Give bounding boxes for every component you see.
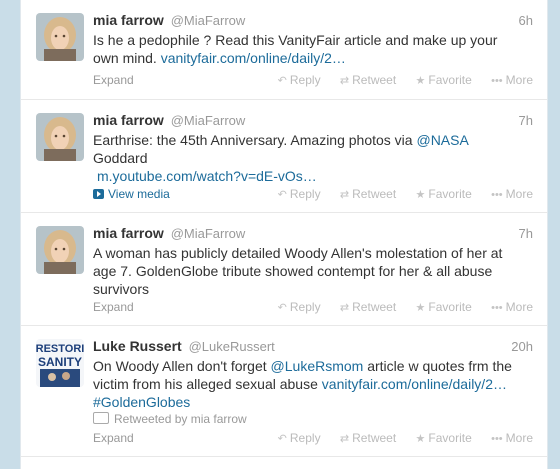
avatar-text: RESTORI: [36, 343, 84, 355]
tweet-text-line: On Woody Allen don't forget: [93, 358, 267, 374]
tweet-link[interactable]: vanityfair.com/online/daily/2…: [322, 376, 507, 392]
tweet-header: mia farrow @MiaFarrow 6h: [93, 12, 533, 32]
tweet-text-line: victim from his alleged sexual abuse: [93, 376, 318, 392]
tweet-text: Is he a pedophile ? Read this VanityFair…: [93, 31, 533, 67]
avatar[interactable]: [36, 226, 84, 274]
play-icon: [93, 189, 104, 199]
expand-link[interactable]: Expand: [93, 431, 134, 445]
tweet-text: A woman has publicly detailed Woody Alle…: [93, 244, 533, 298]
more-icon: •••: [491, 75, 503, 87]
retweet-button[interactable]: ⇄ Retweet: [340, 187, 396, 201]
tweet-header: mia farrow @MiaFarrow 7h: [93, 225, 533, 245]
fullname[interactable]: mia farrow: [93, 112, 164, 128]
reply-icon: ↶: [277, 189, 287, 201]
fullname[interactable]: Luke Russert: [93, 338, 182, 354]
retweeted-by: Retweeted by mia farrow: [93, 412, 247, 426]
reply-icon: ↶: [277, 75, 287, 87]
view-media-link[interactable]: View media: [93, 187, 170, 201]
star-icon: ★: [415, 189, 426, 201]
reply-button[interactable]: ↶ Reply: [278, 73, 321, 87]
tweet-text-line: Goddard: [93, 150, 148, 166]
star-icon: ★: [415, 302, 426, 314]
more-icon: •••: [491, 302, 503, 314]
reply-button[interactable]: ↶ Reply: [278, 187, 321, 201]
more-button[interactable]: ••• More: [491, 431, 533, 445]
retweet-icon: ⇄: [339, 75, 350, 87]
tweet-text-line: article w quotes frm the: [367, 358, 512, 374]
retweet-button[interactable]: ⇄ Retweet: [340, 73, 396, 87]
reply-button[interactable]: ↶ Reply: [278, 431, 321, 445]
mention-link[interactable]: @NASA: [416, 132, 468, 148]
reply-icon: ↶: [277, 433, 287, 445]
star-icon: ★: [415, 75, 426, 87]
tweet[interactable]: mia farrow @MiaFarrow 7h Earthrise: the …: [21, 100, 547, 213]
tweet-text-line: Is he a pedophile ? Read this VanityFair…: [93, 32, 498, 48]
favorite-button[interactable]: ★ Favorite: [416, 187, 472, 201]
more-icon: •••: [491, 189, 503, 201]
tweet[interactable]: mia farrow @MiaFarrow 7h A woman has pub…: [21, 213, 547, 326]
star-icon: ★: [415, 433, 426, 445]
more-button[interactable]: ••• More: [491, 73, 533, 87]
hashtag-link[interactable]: #GoldenGlobes: [93, 394, 190, 410]
username[interactable]: @LukeRussert: [189, 339, 275, 354]
tweet[interactable]: RESTORI SANITY Luke Russert @LukeRussert…: [21, 326, 547, 457]
tweet-footer: Expand ↶ Reply ⇄ Retweet ★ Favorite ••• More: [93, 300, 533, 318]
username[interactable]: @MiaFarrow: [171, 113, 246, 128]
tweet-text-line: own mind.: [93, 50, 157, 66]
tweet-header: Luke Russert @LukeRussert 20h: [93, 338, 533, 358]
tweet-link[interactable]: vanityfair.com/online/daily/2…: [161, 50, 346, 66]
favorite-button[interactable]: ★ Favorite: [416, 431, 472, 445]
mention-link[interactable]: @LukeRsmom: [271, 358, 364, 374]
expand-link[interactable]: Expand: [93, 73, 134, 87]
username[interactable]: @MiaFarrow: [171, 226, 246, 241]
timestamp[interactable]: 6h: [519, 13, 533, 28]
retweet-button[interactable]: ⇄ Retweet: [340, 431, 396, 445]
tweet-text: On Woody Allen don't forget @LukeRsmom a…: [93, 357, 533, 411]
tweet[interactable]: mia farrow @MiaFarrow 6h Is he a pedophi…: [21, 0, 547, 100]
tweet-text-line: Earthrise: the 45th Anniversary. Amazing…: [93, 132, 413, 148]
favorite-button[interactable]: ★ Favorite: [416, 300, 472, 314]
avatar[interactable]: [36, 13, 84, 61]
favorite-button[interactable]: ★ Favorite: [416, 73, 472, 87]
tweet-header: mia farrow @MiaFarrow 7h: [93, 112, 533, 132]
more-icon: •••: [491, 433, 503, 445]
tweet-actions: ↶ Reply ⇄ Retweet ★ Favorite ••• More: [262, 187, 533, 201]
avatar[interactable]: [36, 113, 84, 161]
avatar[interactable]: RESTORI SANITY: [36, 339, 84, 387]
avatar-text: SANITY: [38, 355, 82, 369]
retweeted-by-text[interactable]: Retweeted by mia farrow: [114, 412, 247, 426]
tweet-actions: ↶ Reply ⇄ Retweet ★ Favorite ••• More: [262, 73, 533, 87]
retweet-button[interactable]: ⇄ Retweet: [340, 300, 396, 314]
more-button[interactable]: ••• More: [491, 300, 533, 314]
tweet-footer: Expand ↶ Reply ⇄ Retweet ★ Favorite ••• More: [93, 73, 533, 91]
timestamp[interactable]: 7h: [519, 113, 533, 128]
retweet-icon: ⇄: [339, 433, 350, 445]
reply-button[interactable]: ↶ Reply: [278, 300, 321, 314]
fullname[interactable]: mia farrow: [93, 225, 164, 241]
retweet-icon: ⇄: [339, 302, 350, 314]
reply-icon: ↶: [277, 302, 287, 314]
fullname[interactable]: mia farrow: [93, 12, 164, 28]
tweet-actions: ↶ Reply ⇄ Retweet ★ Favorite ••• More: [262, 300, 533, 314]
timestamp[interactable]: 7h: [519, 226, 533, 241]
tweet-text: Earthrise: the 45th Anniversary. Amazing…: [93, 131, 533, 185]
tweet-text-line: age 7. GoldenGlobe tribute showed contem…: [93, 263, 493, 279]
tweet-actions: ↶ Reply ⇄ Retweet ★ Favorite ••• More: [262, 431, 533, 445]
tweet-footer: View media ↶ Reply ⇄ Retweet ★ Favorite •••…: [93, 187, 533, 205]
retweet-icon: ⇄: [339, 189, 350, 201]
more-button[interactable]: ••• More: [491, 187, 533, 201]
timeline: mia farrow @MiaFarrow 6h Is he a pedophi…: [20, 0, 548, 469]
retweet-icon: [93, 412, 109, 424]
username[interactable]: @MiaFarrow: [171, 13, 246, 28]
tweet-text-line: A woman has publicly detailed Woody Alle…: [93, 245, 503, 261]
tweet-link[interactable]: m.youtube.com/watch?v=dE-vOs…: [93, 167, 317, 185]
tweet-text-line: survivors: [93, 281, 150, 297]
expand-link[interactable]: Expand: [93, 300, 134, 314]
tweet-footer: Expand ↶ Reply ⇄ Retweet ★ Favorite ••• More: [93, 431, 533, 449]
timestamp[interactable]: 20h: [511, 339, 533, 354]
